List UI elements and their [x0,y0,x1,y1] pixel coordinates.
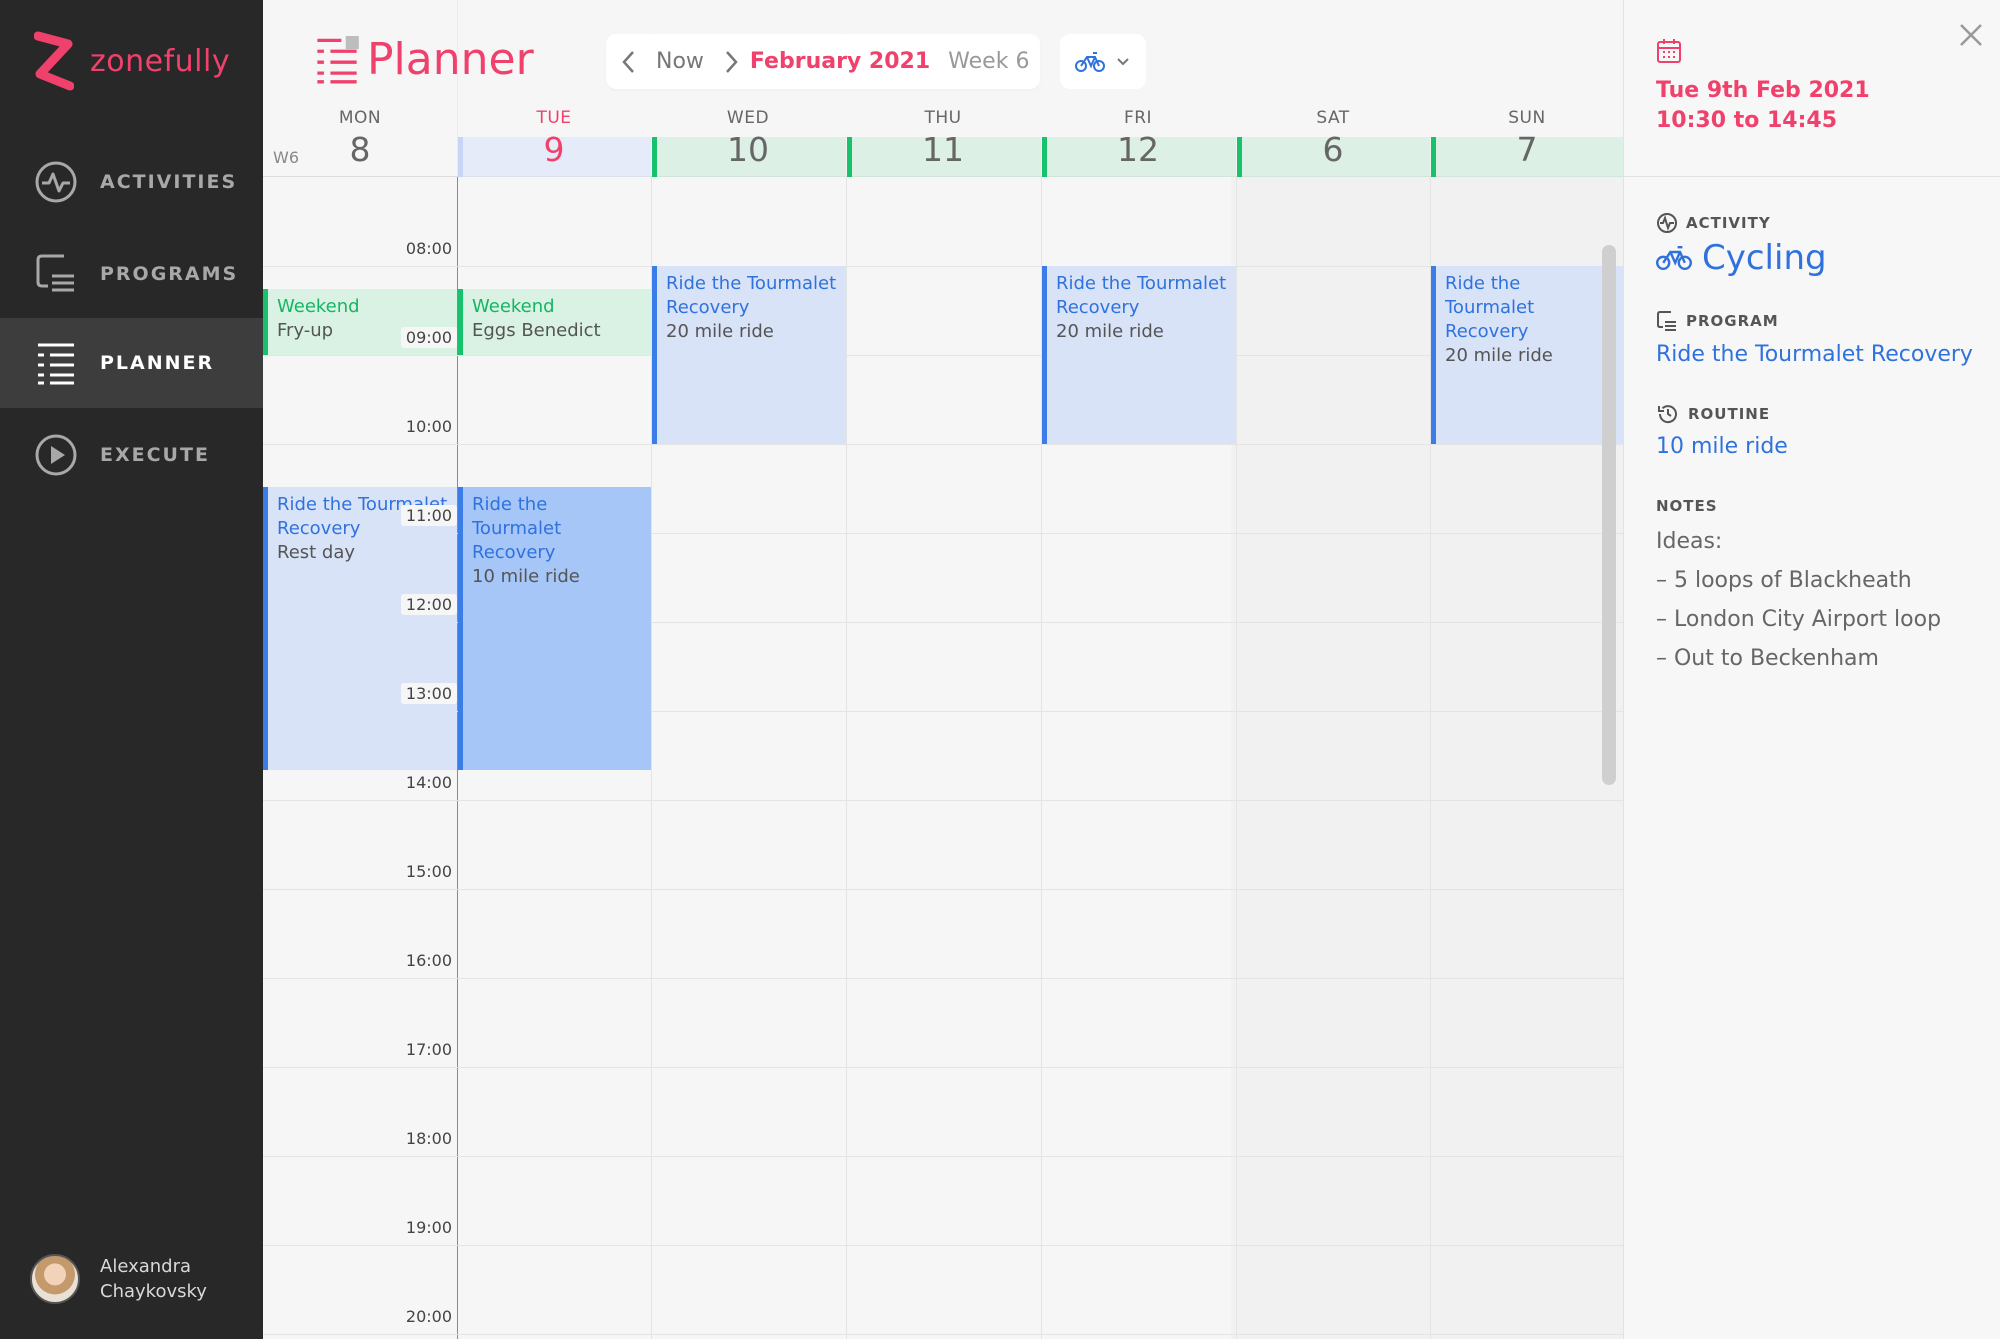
program-link[interactable]: Ride the Tourmalet Recovery [1656,342,1973,367]
page-title: Planner [367,34,534,85]
logo[interactable]: zonefully [34,30,230,92]
hour-line [263,1245,1623,1246]
hour-line [263,355,1623,356]
hour-line [263,1156,1623,1157]
day-header-sat[interactable]: SAT 6 [1236,108,1430,169]
activity-icon [1657,213,1677,233]
notes-label: NOTES [1656,497,1718,515]
time-label: 11:00 [400,505,457,526]
programs-icon [36,254,74,292]
sidebar-item-execute[interactable]: EXECUTE [0,410,263,500]
next-week-button[interactable] [720,48,742,76]
avatar [30,1254,80,1304]
time-label: 17:00 [400,1039,457,1060]
activity-filter-dropdown[interactable] [1060,34,1146,89]
page-title-wrap: Planner [313,34,534,85]
time-label: 09:00 [400,327,457,348]
sidebar-item-label: PROGRAMS [100,263,239,285]
scrollbar[interactable] [1602,245,1616,785]
time-label: 10:00 [400,416,457,437]
current-month[interactable]: February 2021 [750,49,930,74]
column-divider [1236,0,1237,1339]
day-header-mon[interactable]: MON 8 [263,108,457,169]
day-header-sun[interactable]: SUN 7 [1430,108,1623,169]
hour-line [263,889,1623,890]
prev-week-button[interactable] [618,48,640,76]
activity-label: ACTIVITY [1656,212,1771,234]
sidebar-item-activities[interactable]: ACTIVITIES [0,137,263,227]
activity-icon [35,161,77,203]
hour-line [263,444,1623,445]
bike-icon [1075,51,1105,72]
activity-value[interactable]: Cycling [1656,238,1827,278]
hour-line [263,800,1623,801]
routine-label: ROUTINE [1656,402,1770,426]
calendar-icon [1657,39,1681,63]
sidebar: zonefully ACTIVITIES PROGRAMS PLANNER EX… [0,0,263,1339]
event-datetime: Tue 9th Feb 2021 10:30 to 14:45 [1656,78,1870,133]
history-icon [1658,405,1677,424]
column-divider [651,0,652,1339]
day-header-tue[interactable]: TUE 9 [457,108,651,169]
calendar-grid: Weekend Fry-up Weekend Eggs Benedict Rid… [263,0,1623,1339]
time-label: 08:00 [400,238,457,259]
time-label: 18:00 [400,1128,457,1149]
sidebar-item-label: EXECUTE [100,444,210,466]
zonefully-logo-icon [34,31,74,91]
current-week: Week 6 [948,49,1030,74]
hour-line [263,978,1623,979]
planner-title-icon [317,35,359,83]
event-wed-ride[interactable]: Ride the Tourmalet Recovery 20 mile ride [652,266,846,444]
event-sun-ride[interactable]: Ride the Tourmalet Recovery 20 mile ride [1431,266,1623,444]
time-label: 16:00 [400,950,457,971]
user-name: Alexandra Chaykovsky [100,1256,207,1302]
day-header-fri[interactable]: FRI 12 [1041,108,1235,169]
sidebar-item-programs[interactable]: PROGRAMS [0,229,263,319]
day-header-wed[interactable]: WED 10 [651,108,845,169]
event-tue-ride-selected[interactable]: Ride the Tourmalet Recovery 10 mile ride [458,487,651,770]
panel-header: Tue 9th Feb 2021 10:30 to 14:45 [1624,0,2000,177]
time-label: 19:00 [400,1217,457,1238]
notes-text[interactable]: Ideas: – 5 loops of Blackheath – London … [1656,522,1941,678]
bike-icon [1656,246,1692,270]
column-divider [1430,0,1431,1339]
planner-icon [38,343,74,385]
chevron-right-icon [725,50,738,73]
now-button[interactable]: Now [656,49,704,74]
column-divider [846,0,847,1339]
programs-icon [1657,311,1676,331]
brand-name: zonefully [90,43,231,79]
chevron-down-icon [1117,57,1129,65]
day-header-thu[interactable]: THU 11 [846,108,1040,169]
event-mon-ride[interactable]: Ride the Tourmalet Recovery Rest day [263,487,457,770]
program-label: PROGRAM [1656,310,1779,332]
event-detail-panel: Tue 9th Feb 2021 10:30 to 14:45 ACTIVITY… [1623,0,2000,1339]
date-navigator: Now February 2021 Week 6 [606,34,1040,89]
time-label: 20:00 [400,1306,457,1327]
time-label: 15:00 [400,861,457,882]
chevron-left-icon [622,50,634,73]
event-tue-breakfast[interactable]: Weekend Eggs Benedict [458,289,651,355]
time-label: 14:00 [400,772,457,793]
hour-line [263,266,1623,267]
time-label: 13:00 [400,683,457,704]
routine-link[interactable]: 10 mile ride [1656,434,1788,459]
close-icon[interactable] [1956,20,1986,50]
event-fri-ride[interactable]: Ride the Tourmalet Recovery 20 mile ride [1042,266,1236,444]
user-profile[interactable]: Alexandra Chaykovsky [30,1254,207,1304]
planner-header: Planner Now February 2021 Week 6 W6 MON [263,0,1623,177]
sidebar-item-label: PLANNER [100,352,215,374]
sidebar-item-planner[interactable]: PLANNER [0,318,263,408]
column-divider [1041,0,1042,1339]
hour-line [263,1067,1623,1068]
sidebar-item-label: ACTIVITIES [100,171,238,193]
play-icon [35,434,77,476]
weekend-background [1231,0,1623,1339]
time-label: 12:00 [400,594,457,615]
hour-line [263,1334,1623,1335]
